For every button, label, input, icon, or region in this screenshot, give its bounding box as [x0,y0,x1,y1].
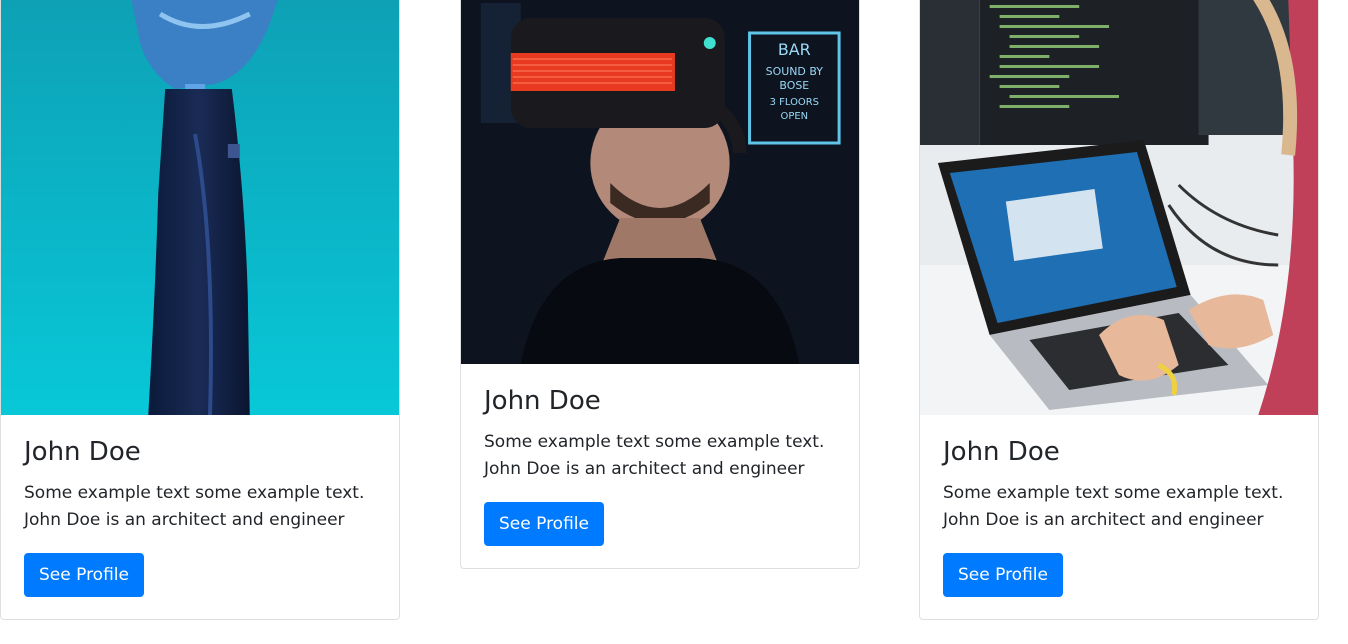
profile-card-3: John Doe Some example text some example … [919,0,1319,621]
card-title: John Doe [24,437,141,467]
card-text: Some example text some example text. Joh… [484,432,825,480]
card-image-laptop-coding [920,0,1318,415]
card-body: John Doe Some example text some example … [461,364,859,568]
card-title: John Doe [943,437,1060,467]
svg-text:BAR: BAR [778,40,811,59]
card-body: John Doe Some example text some example … [920,415,1318,619]
card-text: Some example text some example text. Joh… [943,483,1284,531]
profile-card-2: BAR SOUND BY BOSE 3 FLOORS OPEN John Doe… [460,0,860,570]
svg-text:3 FLOORS: 3 FLOORS [770,97,819,108]
svg-text:SOUND BY: SOUND BY [766,65,824,78]
card-image-vr-headset: BAR SOUND BY BOSE 3 FLOORS OPEN [461,0,859,364]
svg-text:OPEN: OPEN [781,111,809,122]
svg-text:BOSE: BOSE [779,79,809,92]
see-profile-button[interactable]: See Profile [943,553,1063,598]
card-image-bionic-arm [1,0,399,415]
card-text: Some example text some example text. Joh… [24,483,365,531]
card-title: John Doe [484,386,601,416]
card-body: John Doe Some example text some example … [1,415,399,619]
see-profile-button[interactable]: See Profile [484,502,604,547]
see-profile-button[interactable]: See Profile [24,553,144,598]
profile-card-1: John Doe Some example text some example … [0,0,400,621]
